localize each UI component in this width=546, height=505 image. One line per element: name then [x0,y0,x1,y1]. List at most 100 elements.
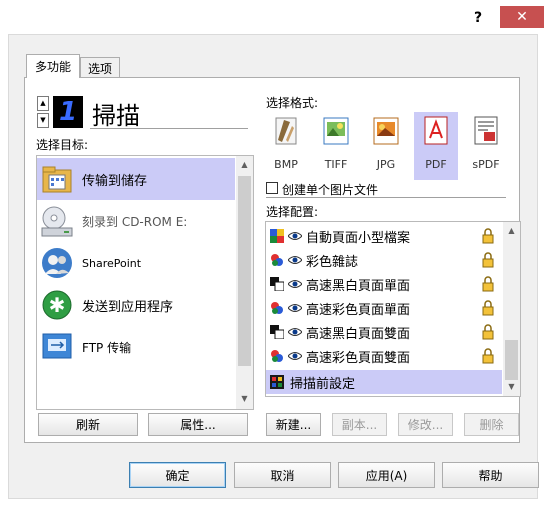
scroll-down-arrow[interactable]: ▼ [236,394,253,403]
format-tiff[interactable]: TIFF [314,112,358,180]
destination-item-ftp[interactable]: FTP 传输 [37,326,235,368]
help-button[interactable]: 帮助 [442,462,539,488]
destination-label-text: FTP 传输 [82,340,132,355]
cd-drive-icon [41,206,73,237]
destination-label-text: 发送到应用程序 [82,299,174,315]
config-item[interactable]: 高速黑白頁面單面 [266,272,502,296]
format-label-text: PDF [425,158,447,171]
config-item-label: 高速黑白頁面單面 [306,278,411,294]
preview-eye-icon [288,256,302,264]
destination-item-send-app[interactable]: ✱ 发送到应用程序 [37,284,235,326]
destination-label-text: 刻录到 CD-ROM E: [82,214,188,229]
config-item[interactable]: 彩色雜誌 [266,248,502,272]
format-jpg[interactable]: JPG [364,112,408,180]
folder-icon [42,166,72,193]
config-item-label: 掃描前設定 [290,376,356,392]
help-title-button[interactable]: ? [466,10,490,26]
config-item[interactable]: 高速彩色頁面雙面 [266,344,502,368]
config-list[interactable]: 自動頁面小型檔案 彩色雜誌 高速黑白頁面單面 高速彩色頁面單面 高速黑白頁面雙面… [265,221,521,397]
destination-label-text: SharePoint [82,256,142,270]
new-config-button[interactable]: 新建... [266,413,321,436]
close-button[interactable]: ✕ [500,6,544,28]
single-image-checkbox[interactable] [266,182,278,194]
title-bar [0,0,546,34]
config-item-label: 高速彩色頁面單面 [306,302,411,318]
config-item[interactable]: 高速彩色頁面單面 [266,296,502,320]
color-mode-icon [271,254,283,266]
close-icon: ✕ [516,9,528,25]
config-scrollbar[interactable]: ▲ ▼ [503,222,520,396]
preview-eye-icon [288,328,302,336]
config-item[interactable]: 高速黑白頁面雙面 [266,320,502,344]
scanner-name-underline [90,128,248,129]
format-bmp[interactable]: BMP [264,112,308,180]
format-pdf[interactable]: PDF [414,112,458,180]
destination-label-text: 传输到储存 [82,173,148,189]
scroll-up-arrow[interactable]: ▲ [503,226,520,235]
tiff-file-icon [323,117,349,145]
destination-scrollbar[interactable]: ▲ ▼ [236,156,253,409]
scanner-name: 掃描 [92,102,140,130]
properties-button[interactable]: 属性... [148,413,248,436]
refresh-button[interactable]: 刷新 [38,413,138,436]
format-label-text: JPG [376,158,396,171]
lock-icon [482,324,494,340]
destination-item-sharepoint[interactable]: SharePoint [37,242,235,284]
bmp-file-icon [275,117,297,145]
tab-label: 选项 [87,61,112,76]
preview-eye-icon [288,280,302,288]
edit-config-button[interactable]: 修改... [398,413,453,436]
config-item-label: 彩色雜誌 [306,254,359,270]
scroll-thumb[interactable] [505,340,518,380]
bw-mode-icon [270,277,284,291]
format-label-text: BMP [274,158,298,171]
preview-eye-icon [288,352,302,360]
destination-item-cd[interactable]: 刻录到 CD-ROM E: [37,200,235,242]
config-item[interactable]: 自動頁面小型檔案 [266,224,502,248]
tab-multifunction[interactable]: 多功能 [26,54,80,78]
single-image-checkbox-label: 创建单个图片文件 [282,183,379,197]
ok-button[interactable]: 确定 [129,462,226,488]
format-label-text: sPDF [472,158,500,171]
destination-item-storage[interactable]: 传输到储存 [37,158,235,200]
tab-label: 多功能 [34,60,71,74]
config-item-selected[interactable]: 掃描前設定 [266,370,502,394]
scroll-up-arrow[interactable]: ▲ [236,160,253,169]
config-label: 选择配置: [266,205,319,219]
lock-icon [482,348,494,364]
config-item-label: 高速黑白頁面雙面 [306,326,411,342]
scanner-spin-up[interactable]: ▲ [37,96,49,111]
tab-options[interactable]: 选项 [80,57,120,78]
bw-mode-icon [270,325,284,339]
format-label: 选择格式: [266,96,319,110]
delete-config-button[interactable]: 删除 [464,413,519,436]
copy-config-button[interactable]: 副本... [332,413,387,436]
lock-icon [482,276,494,292]
lock-icon [482,252,494,268]
destination-list[interactable]: 传输到储存 刻录到 CD-ROM E: SharePoint ✱ 发送到应用程序… [36,155,254,410]
cancel-button[interactable]: 取消 [234,462,331,488]
scroll-down-arrow[interactable]: ▼ [503,382,520,391]
apply-button[interactable]: 应用(A) [338,462,435,488]
config-item-label: 自動頁面小型檔案 [306,230,411,246]
config-item-label: 高速彩色頁面雙面 [306,350,411,366]
destination-label: 选择目标: [36,138,89,152]
scan-settings-icon [270,375,284,389]
scanner-number-display: 1 [53,96,83,128]
preview-eye-icon [288,304,302,312]
format-spdf[interactable]: sPDF [464,112,508,180]
send-to-app-icon: ✱ [42,290,72,320]
format-label-text: TIFF [324,158,348,171]
format-divider [266,197,506,198]
lock-icon [482,228,494,244]
scroll-thumb[interactable] [238,176,251,366]
pdf-file-icon [424,116,448,145]
jpg-file-icon [373,117,399,145]
scanner-number: 1 [58,97,78,127]
scanner-spin-down[interactable]: ▼ [37,113,49,128]
svg-text:✱: ✱ [49,293,66,317]
lock-icon [482,300,494,316]
spdf-file-icon [474,116,498,145]
color-mode-icon [271,302,283,314]
sharepoint-icon [42,248,72,278]
